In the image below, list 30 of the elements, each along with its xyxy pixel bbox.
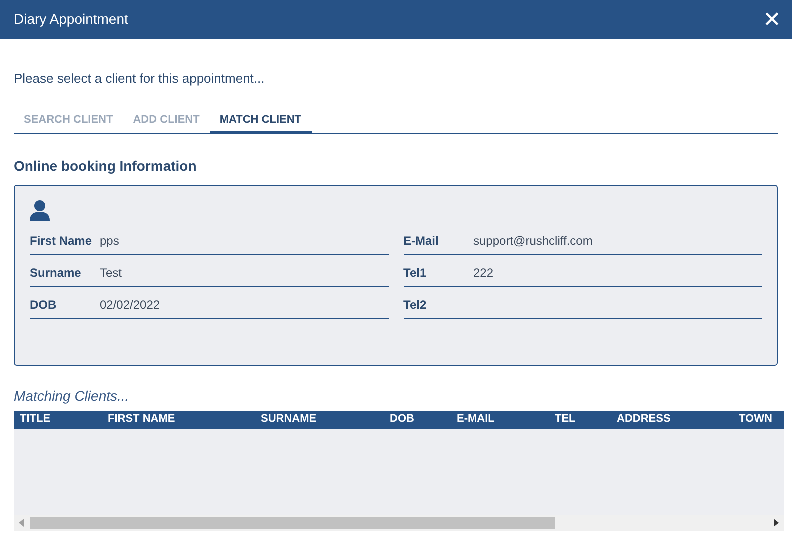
section-heading: Matching Clients... [14, 386, 130, 406]
close-button[interactable]: ✕ [758, 6, 786, 34]
column-header[interactable]: DOB [384, 411, 451, 428]
instruction-text: Please select a client for this appointment... [14, 70, 266, 88]
field-label: Tel2 [404, 297, 428, 314]
field-value: pps [100, 233, 120, 250]
horizontal-scrollbar[interactable] [14, 514, 784, 530]
field-label: E-Mail [404, 233, 440, 250]
column-header[interactable]: SURNAME [255, 411, 384, 428]
field-label: Tel1 [404, 265, 428, 282]
person-icon [30, 200, 50, 220]
tab[interactable]: MATCH CLIENT [210, 110, 312, 134]
scroll-right-icon[interactable] [772, 518, 780, 526]
column-header[interactable]: TEL [549, 411, 611, 428]
field-value: 02/02/2022 [100, 297, 160, 314]
column-header[interactable]: FIRST NAME [102, 411, 255, 428]
field-value: Test [100, 265, 122, 282]
field-label: Surname [30, 265, 82, 282]
field-value: 222 [474, 265, 494, 282]
column-header[interactable]: TOWN [733, 411, 784, 428]
field-label: DOB [30, 297, 58, 314]
column-header[interactable]: E-MAIL [451, 411, 549, 428]
field-label: First Name [30, 233, 94, 250]
scrollbar-thumb[interactable] [30, 516, 555, 528]
column-header[interactable]: TITLE [14, 411, 102, 428]
window-title: Diary Appointment [14, 10, 128, 29]
column-header[interactable]: ADDRESS [611, 411, 733, 428]
section-heading: Online booking Information [14, 156, 198, 176]
field-value: support@rushcliff.com [474, 233, 593, 250]
scroll-left-icon[interactable] [18, 518, 26, 526]
